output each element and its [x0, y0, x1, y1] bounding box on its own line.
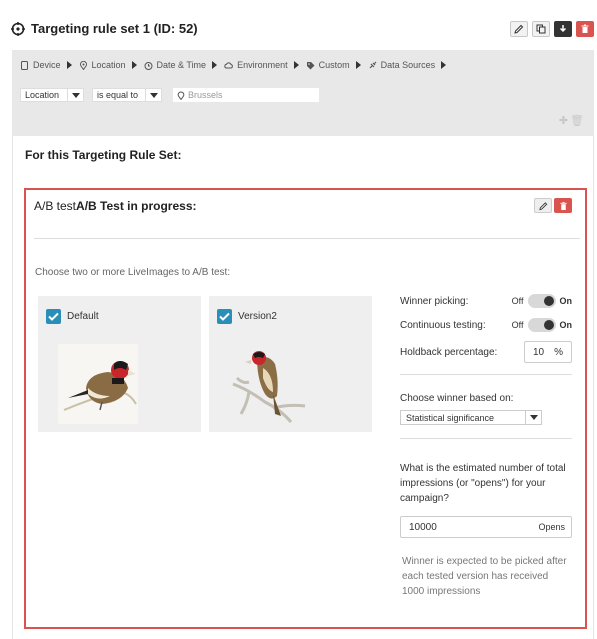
variant-card-version2[interactable]: Version2	[209, 296, 372, 432]
copy-rule-set-button[interactable]	[532, 21, 550, 37]
trash-icon[interactable]: 🗑	[570, 114, 584, 127]
chevron-right-icon	[441, 61, 447, 69]
crumb-data-sources[interactable]: Data Sources	[368, 60, 435, 70]
check-icon	[48, 312, 59, 321]
device-icon	[21, 60, 28, 70]
variant-checkbox[interactable]	[217, 309, 232, 324]
holdback-percentage-input[interactable]: 10 %	[524, 341, 572, 363]
pencil-icon	[514, 24, 524, 34]
delete-rule-set-button[interactable]	[576, 21, 594, 37]
continuous-testing-toggle[interactable]	[527, 318, 556, 332]
check-icon	[219, 312, 230, 321]
divider	[400, 374, 572, 375]
add-remove-criteria[interactable]: ✚ 🗑	[559, 114, 584, 127]
crumb-device[interactable]: Device	[20, 60, 61, 70]
variant-card-default[interactable]: Default	[38, 296, 201, 432]
divider	[34, 238, 580, 239]
chevron-right-icon	[131, 61, 137, 69]
criteria-operator-select[interactable]: is equal to	[92, 88, 162, 102]
chevron-right-icon	[212, 61, 218, 69]
chevron-down-icon	[67, 89, 83, 101]
bird-image-version2	[229, 344, 309, 424]
variant-label: Default	[67, 311, 99, 322]
ab-test-heading: A/B testA/B Test in progress:	[34, 199, 197, 213]
location-icon	[177, 91, 185, 100]
location-icon	[79, 60, 87, 70]
chevron-down-icon	[525, 411, 541, 424]
download-rule-set-button[interactable]	[554, 21, 572, 37]
plus-icon[interactable]: ✚	[559, 114, 568, 127]
delete-ab-test-button[interactable]	[554, 198, 572, 213]
continuous-testing-row: Continuous testing: Off On	[400, 318, 572, 332]
impressions-question: What is the estimated number of total im…	[400, 463, 566, 504]
impressions-input[interactable]: 10000 Opens	[400, 516, 572, 538]
crumb-date-time[interactable]: Date & Time	[144, 60, 206, 70]
target-icon	[11, 22, 25, 36]
variant-label: Version2	[238, 311, 277, 322]
choose-winner-select[interactable]: Statistical significance	[400, 410, 542, 425]
crumb-location[interactable]: Location	[79, 60, 126, 70]
chevron-right-icon	[293, 61, 299, 69]
ab-test-instruction: Choose two or more LiveImages to A/B tes…	[35, 267, 231, 278]
trash-icon	[581, 24, 589, 33]
crumb-environment[interactable]: Environment	[224, 60, 288, 70]
plug-icon	[369, 61, 377, 68]
pencil-icon	[538, 201, 547, 210]
winner-note: Winner is expected to be picked after ea…	[402, 556, 567, 597]
tag-icon	[306, 61, 315, 69]
location-value-input[interactable]: Brussels	[173, 88, 319, 102]
variant-checkbox[interactable]	[46, 309, 61, 324]
choose-winner-label: Choose winner based on:	[400, 392, 514, 404]
crumb-custom[interactable]: Custom	[306, 60, 350, 70]
criteria-field-select[interactable]: Location	[20, 88, 84, 102]
download-icon	[559, 25, 567, 33]
chevron-right-icon	[355, 61, 361, 69]
clock-icon	[144, 61, 153, 70]
edit-ab-test-button[interactable]	[534, 198, 552, 213]
divider	[400, 438, 572, 439]
cloud-icon	[224, 61, 233, 68]
criteria-breadcrumb: Device Location Date & Time Environment …	[20, 58, 453, 72]
rule-set-header: Targeting rule set 1 (ID: 52)	[0, 0, 597, 44]
chevron-right-icon	[66, 61, 72, 69]
rule-set-title: Targeting rule set 1 (ID: 52)	[31, 21, 198, 36]
trash-icon	[559, 201, 567, 210]
chevron-down-icon	[145, 89, 161, 101]
targeting-criteria-panel: Device Location Date & Time Environment …	[12, 50, 594, 136]
copy-icon	[536, 24, 546, 34]
bird-image-default	[58, 344, 138, 424]
holdback-row: Holdback percentage: 10 %	[400, 341, 572, 363]
edit-rule-set-button[interactable]	[510, 21, 528, 37]
winner-picking-row: Winner picking: Off On	[400, 294, 572, 308]
ab-test-panel: A/B testA/B Test in progress: Choose two…	[24, 188, 587, 629]
rule-set-section-title: For this Targeting Rule Set:	[25, 148, 182, 162]
winner-picking-toggle[interactable]	[527, 294, 556, 308]
